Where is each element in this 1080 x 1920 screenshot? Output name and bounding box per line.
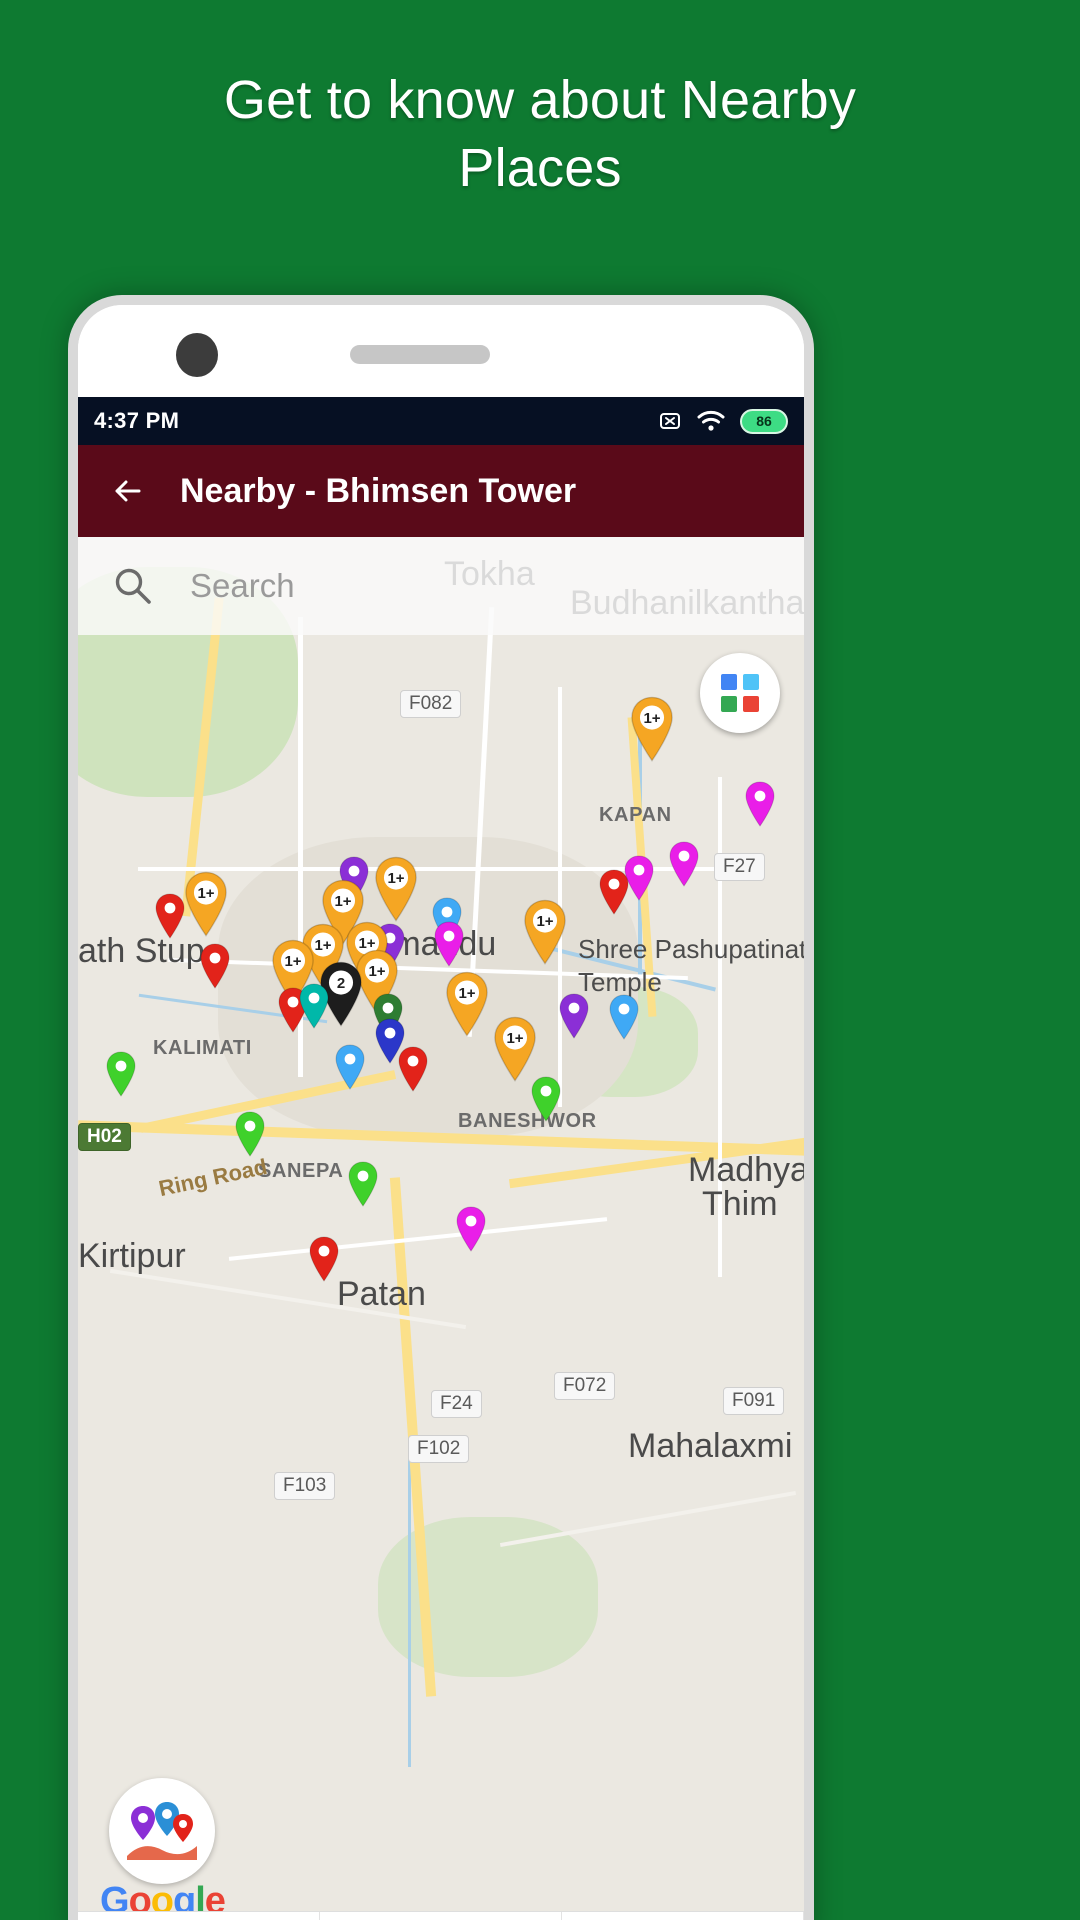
- back-button[interactable]: [100, 464, 154, 518]
- map-pin-count-badge: 1+: [536, 913, 554, 930]
- wifi-icon: [697, 410, 725, 431]
- search-input[interactable]: Search: [190, 567, 295, 605]
- phone-mockup: 4:37 PM 86 Nearby - Bhimsen Tower Search…: [68, 295, 814, 1920]
- map-pin[interactable]: [667, 841, 701, 887]
- phone-screen: 4:37 PM 86 Nearby - Bhimsen Tower Search…: [78, 397, 804, 1920]
- highway-shield: H02: [78, 1123, 131, 1151]
- map-pin-cluster[interactable]: 1+: [626, 696, 678, 762]
- map-pin-count-badge: 1+: [197, 885, 215, 902]
- status-bar: 4:37 PM 86: [78, 397, 804, 445]
- map-pin[interactable]: [529, 1076, 563, 1122]
- map-pin[interactable]: [557, 993, 591, 1039]
- phone-bezel: [78, 305, 804, 397]
- map-pin[interactable]: [333, 1044, 367, 1090]
- highway-shield: F082: [400, 690, 462, 718]
- battery-icon: 86: [740, 408, 788, 434]
- map-pin-count-badge: 1+: [368, 963, 386, 980]
- map-pin[interactable]: [104, 1051, 138, 1097]
- map-pin-cluster[interactable]: 1+: [180, 871, 232, 937]
- map-pin-count-badge: 1+: [284, 953, 302, 970]
- map-pin-count-badge: 1+: [458, 985, 476, 1002]
- map-pin-count-badge: 1+: [334, 893, 352, 910]
- battery-level-label: 86: [756, 413, 772, 429]
- map-pin[interactable]: [743, 781, 777, 827]
- map-pin-cluster[interactable]: 1+: [441, 971, 493, 1037]
- map-pin[interactable]: [454, 1206, 488, 1252]
- earpiece-speaker: [350, 345, 490, 364]
- map-pin-cluster[interactable]: 1+: [370, 856, 422, 922]
- map-pin[interactable]: [297, 983, 331, 1029]
- no-sim-icon: [660, 413, 680, 429]
- arrow-left-icon: [115, 480, 141, 502]
- map-pins-badge-icon: [109, 1778, 216, 1884]
- bottom-toolbar-item[interactable]: [78, 1912, 320, 1920]
- map-pin[interactable]: [198, 943, 232, 989]
- map-pin[interactable]: [432, 921, 466, 967]
- highway-shield: F27: [714, 853, 765, 881]
- app-bar-title: Nearby - Bhimsen Tower: [180, 471, 577, 510]
- map-pin[interactable]: [233, 1111, 267, 1157]
- map-pin[interactable]: [607, 994, 641, 1040]
- map-pin-cluster[interactable]: 1+: [519, 899, 571, 965]
- map-pin-count-badge: 1+: [506, 1030, 524, 1047]
- highway-shield: F102: [408, 1435, 470, 1463]
- highway-shield: F103: [274, 1472, 336, 1500]
- map-canvas: [78, 537, 804, 1920]
- bottom-toolbar[interactable]: [78, 1911, 804, 1920]
- bottom-toolbar-item[interactable]: [320, 1912, 562, 1920]
- map-view[interactable]: Search TokhaBudhanilkanthaKAPANath Stupt…: [78, 537, 804, 1920]
- map-pin[interactable]: [307, 1236, 341, 1282]
- map-layers-grid-icon: [721, 674, 759, 712]
- map-layers-button[interactable]: [700, 653, 780, 733]
- status-bar-icons: 86: [658, 408, 788, 434]
- map-pin[interactable]: [396, 1046, 430, 1092]
- google-attribution: Google: [100, 1778, 226, 1920]
- map-pin-count-badge: 2: [336, 975, 346, 992]
- highway-shield: F072: [554, 1372, 616, 1400]
- search-icon: [115, 568, 151, 604]
- page-title: Get to know about Nearby Places: [223, 70, 857, 198]
- map-pin-count-badge: 1+: [387, 870, 405, 887]
- map-pin-count-badge: 1+: [643, 710, 661, 727]
- status-bar-time: 4:37 PM: [94, 408, 180, 433]
- search-bar[interactable]: Search: [78, 537, 804, 635]
- map-pin[interactable]: [597, 869, 631, 915]
- front-camera-icon: [176, 333, 218, 377]
- bottom-toolbar-item[interactable]: [562, 1912, 804, 1920]
- app-bar: Nearby - Bhimsen Tower: [78, 445, 804, 537]
- highway-shield: F24: [431, 1390, 482, 1418]
- map-pin[interactable]: [346, 1161, 380, 1207]
- map-pin-cluster[interactable]: 1+: [489, 1016, 541, 1082]
- highway-shield: F091: [723, 1387, 785, 1415]
